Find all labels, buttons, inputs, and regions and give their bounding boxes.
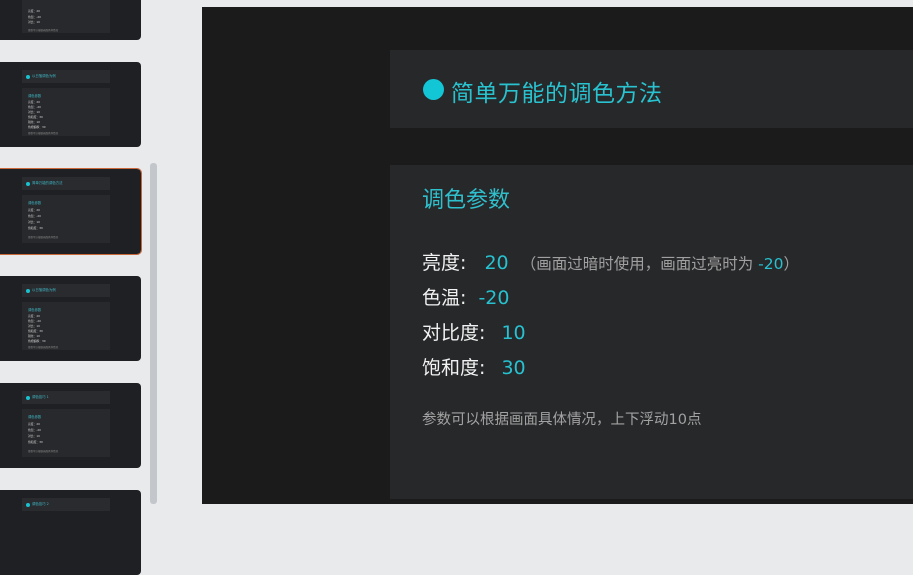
thumbnail-text: 色温：-20 xyxy=(28,15,41,19)
bullet-dot-icon xyxy=(423,79,444,100)
param-hint: （画面过暗时使用，画面过亮时为 -20） xyxy=(521,255,799,273)
thumbnail-text: 对比：10 xyxy=(28,110,40,114)
thumbnail-note: 参数可以根据画面具体情况 xyxy=(28,346,59,349)
thumbnail-note: 参数可以根据画面具体情况 xyxy=(28,236,59,239)
thumbnail-card: 调色参数 亮度：20 色温：-20 对比：10 饱和度：30 参数可以根据画面具… xyxy=(22,195,110,243)
thumbnail-text: 对比：10 xyxy=(28,20,40,24)
param-value: 20 xyxy=(484,252,509,274)
thumbnail-note: 参数可以根据画面具体情况 xyxy=(28,450,59,453)
thumbnail-note: 参数可以根据画面具体情况 xyxy=(28,29,59,32)
thumbnail-scrollbar[interactable] xyxy=(150,163,157,504)
thumbnail-title: 以日落调色为例 xyxy=(22,284,110,297)
thumbnail-text: 色温：-20 xyxy=(28,105,41,109)
thumbnail-text: 色相偏移：30 xyxy=(28,339,46,343)
param-row-contrast: 对比度: 10 xyxy=(422,318,526,345)
parameter-card: 调色参数 亮度: 20 （画面过暗时使用，画面过亮时为 -20） 色温: -20… xyxy=(390,165,913,499)
thumbnail-card-title: 调色参数 xyxy=(28,415,42,419)
thumbnail-card: 亮度：20 色温：-20 对比：10 参数可以根据画面具体情况 xyxy=(22,0,110,33)
thumbnail-text: 饱和度：30 xyxy=(28,226,43,230)
thumbnail-text: 对比：10 xyxy=(28,324,40,328)
thumbnail-text: 亮度：20 xyxy=(28,9,40,13)
slide-thumbnail-panel: 亮度：20 色温：-20 对比：10 参数可以根据画面具体情况 以日落调色为例 … xyxy=(0,0,162,575)
param-hint-text: （画面过暗时使用，画面过亮时为 xyxy=(520,255,759,273)
thumbnail-title: 以日落调色为例 xyxy=(22,70,110,83)
thumbnail-card: 调色参数 亮度：20 色温：-20 对比：10 饱和度：30 锐化：10 色相偏… xyxy=(22,88,110,136)
thumbnail-title: 简单万能的调色方法 xyxy=(22,177,110,190)
thumbnail-note: 参数可以根据画面具体情况 xyxy=(28,132,59,135)
card-title: 调色参数 xyxy=(422,188,511,213)
param-label: 亮度: xyxy=(422,252,467,274)
param-value: 10 xyxy=(501,322,526,344)
param-label: 色温: xyxy=(422,287,467,309)
slide-thumbnail[interactable]: 以日落调色为例 调色参数 亮度：20 色温：-20 对比：10 饱和度：30 锐… xyxy=(0,276,141,361)
thumbnail-text: 亮度：20 xyxy=(28,208,40,212)
slide-canvas: 简单万能的调色方法 调色参数 亮度: 20 （画面过暗时使用，画面过亮时为 -2… xyxy=(202,7,913,504)
thumbnail-card: 调色参数 亮度：20 色温：-20 对比：10 饱和度：30 参数可以根据画面具… xyxy=(22,409,110,457)
thumbnail-text: 锐化：10 xyxy=(28,120,40,124)
slide-thumbnail-selected[interactable]: 简单万能的调色方法 调色参数 亮度：20 色温：-20 对比：10 饱和度：30… xyxy=(0,168,142,255)
param-label: 对比度: xyxy=(422,322,486,344)
param-note: 参数可以根据画面具体情况，上下浮动10点 xyxy=(422,412,702,428)
slide-thumbnail[interactable]: 以日落调色为例 调色参数 亮度：20 色温：-20 对比：10 饱和度：30 锐… xyxy=(0,62,141,147)
thumbnail-title: 调色技巧 1 xyxy=(22,391,110,404)
thumbnail-text: 对比：10 xyxy=(28,434,40,438)
param-label: 饱和度: xyxy=(422,357,486,379)
param-hint-close: ） xyxy=(783,255,799,273)
param-value: 30 xyxy=(501,357,526,379)
param-hint-value: -20 xyxy=(758,255,784,273)
thumbnail-title: 调色技巧 2 xyxy=(22,498,110,511)
thumbnail-text: 亮度：20 xyxy=(28,100,40,104)
slide-title: 简单万能的调色方法 xyxy=(451,81,663,107)
thumbnail-text: 对比：10 xyxy=(28,220,40,224)
thumbnail-text: 色温：-20 xyxy=(28,319,41,323)
thumbnail-text: 色相偏移：30 xyxy=(28,125,46,129)
param-value: -20 xyxy=(478,287,510,309)
slide-title-bar: 简单万能的调色方法 xyxy=(390,50,913,128)
thumbnail-text: 色温：-20 xyxy=(28,214,41,218)
thumbnail-card-title: 调色参数 xyxy=(28,308,42,312)
thumbnail-text: 亮度：20 xyxy=(28,314,40,318)
thumbnail-text: 饱和度：30 xyxy=(28,440,43,444)
thumbnail-text: 色温：-20 xyxy=(28,428,41,432)
param-row-temperature: 色温: -20 xyxy=(422,283,510,310)
param-row-saturation: 饱和度: 30 xyxy=(422,353,526,380)
thumbnail-text: 亮度：20 xyxy=(28,422,40,426)
thumbnail-card-title: 调色参数 xyxy=(28,201,42,205)
slide-thumbnail[interactable]: 调色技巧 1 调色参数 亮度：20 色温：-20 对比：10 饱和度：30 参数… xyxy=(0,383,141,468)
param-row-brightness: 亮度: 20 （画面过暗时使用，画面过亮时为 -20） xyxy=(422,248,799,275)
thumbnail-card: 调色参数 亮度：20 色温：-20 对比：10 饱和度：30 锐化：10 色相偏… xyxy=(22,302,110,350)
thumbnail-text: 锐化：10 xyxy=(28,334,40,338)
thumbnail-text: 饱和度：30 xyxy=(28,329,43,333)
slide-thumbnail[interactable]: 亮度：20 色温：-20 对比：10 参数可以根据画面具体情况 xyxy=(0,0,141,40)
thumbnail-text: 饱和度：30 xyxy=(28,115,43,119)
slide-thumbnail[interactable]: 调色技巧 2 xyxy=(0,490,141,575)
thumbnail-card-title: 调色参数 xyxy=(28,94,42,98)
